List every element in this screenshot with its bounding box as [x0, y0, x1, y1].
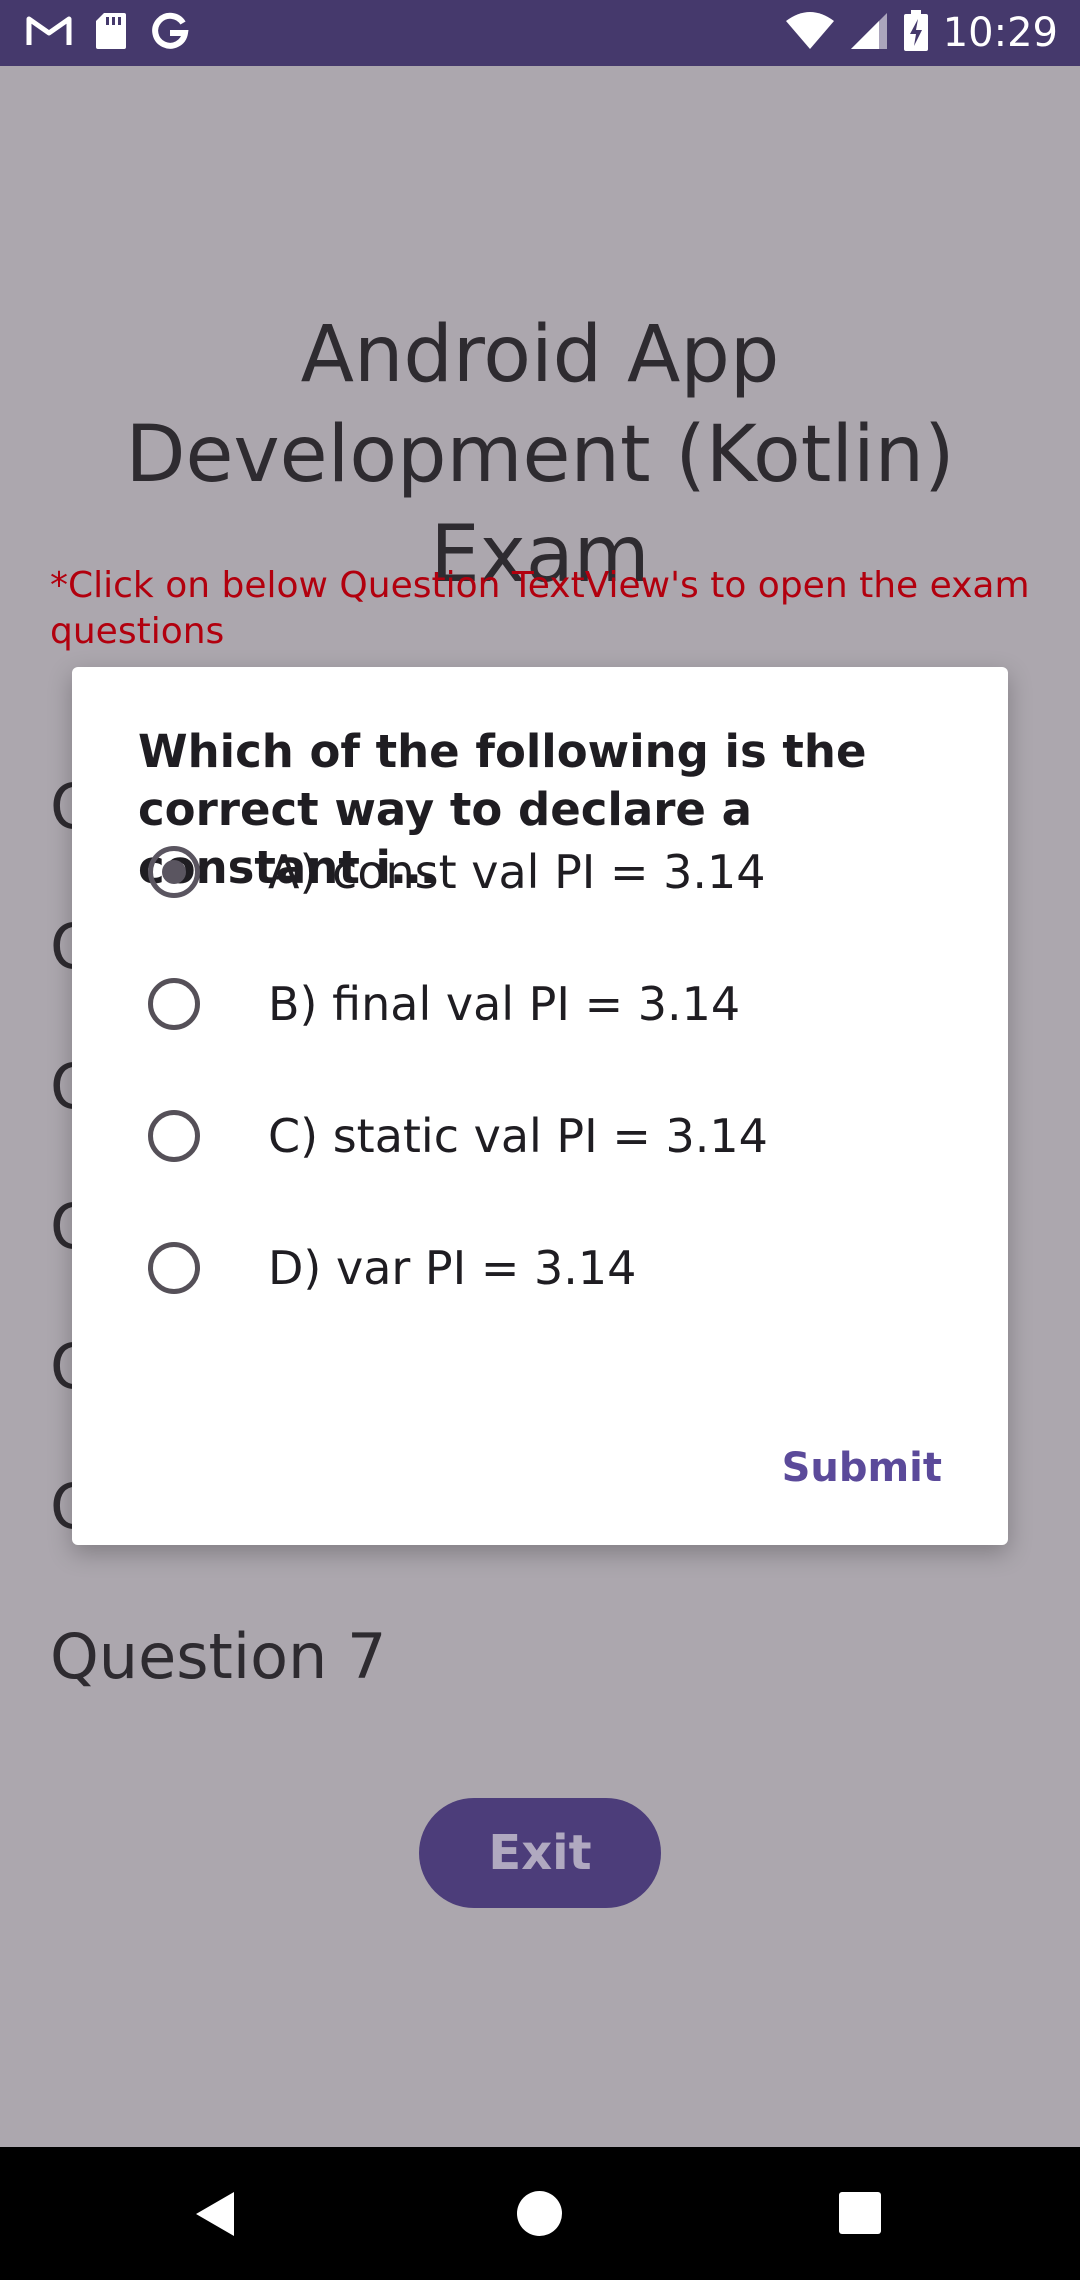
- navigation-bar: [0, 2147, 1080, 2280]
- recents-icon[interactable]: [839, 2192, 881, 2234]
- cellular-signal-icon: [849, 11, 889, 55]
- back-icon[interactable]: [196, 2192, 234, 2236]
- question-dialog: Which of the following is the correct wa…: [72, 667, 1008, 1545]
- option-a-label: A) const val PI = 3.14: [268, 845, 766, 899]
- wifi-icon: [785, 11, 835, 55]
- radio-unchecked-icon[interactable]: [148, 978, 200, 1030]
- home-icon[interactable]: [517, 2191, 562, 2236]
- system-icons: 10:29: [785, 9, 1058, 57]
- radio-unchecked-icon[interactable]: [148, 1242, 200, 1294]
- battery-charging-icon: [903, 10, 929, 56]
- option-b[interactable]: B) final val PI = 3.14: [138, 949, 968, 1059]
- option-a[interactable]: A) const val PI = 3.14: [138, 817, 968, 927]
- gmail-icon: [26, 14, 72, 52]
- radio-checked-icon[interactable]: [148, 846, 200, 898]
- submit-button[interactable]: Submit: [782, 1437, 942, 1499]
- option-d-label: D) var PI = 3.14: [268, 1241, 637, 1295]
- option-c-label: C) static val PI = 3.14: [268, 1109, 768, 1163]
- option-b-label: B) final val PI = 3.14: [268, 977, 741, 1031]
- option-c[interactable]: C) static val PI = 3.14: [138, 1081, 968, 1191]
- option-d[interactable]: D) var PI = 3.14: [138, 1213, 968, 1323]
- status-bar: 10:29: [0, 0, 1080, 66]
- status-time: 10:29: [942, 10, 1058, 56]
- sd-card-icon: [94, 11, 128, 55]
- radio-unchecked-icon[interactable]: [148, 1110, 200, 1162]
- notification-icons: [26, 9, 190, 57]
- page-title: Android App Development (Kotlin) Exam: [125, 310, 955, 600]
- google-icon: [150, 11, 190, 55]
- exit-button[interactable]: Exit: [419, 1798, 661, 1908]
- instruction-hint: *Click on below Question TextView's to o…: [50, 565, 1030, 652]
- question-7-link[interactable]: Question 7: [50, 1617, 386, 1697]
